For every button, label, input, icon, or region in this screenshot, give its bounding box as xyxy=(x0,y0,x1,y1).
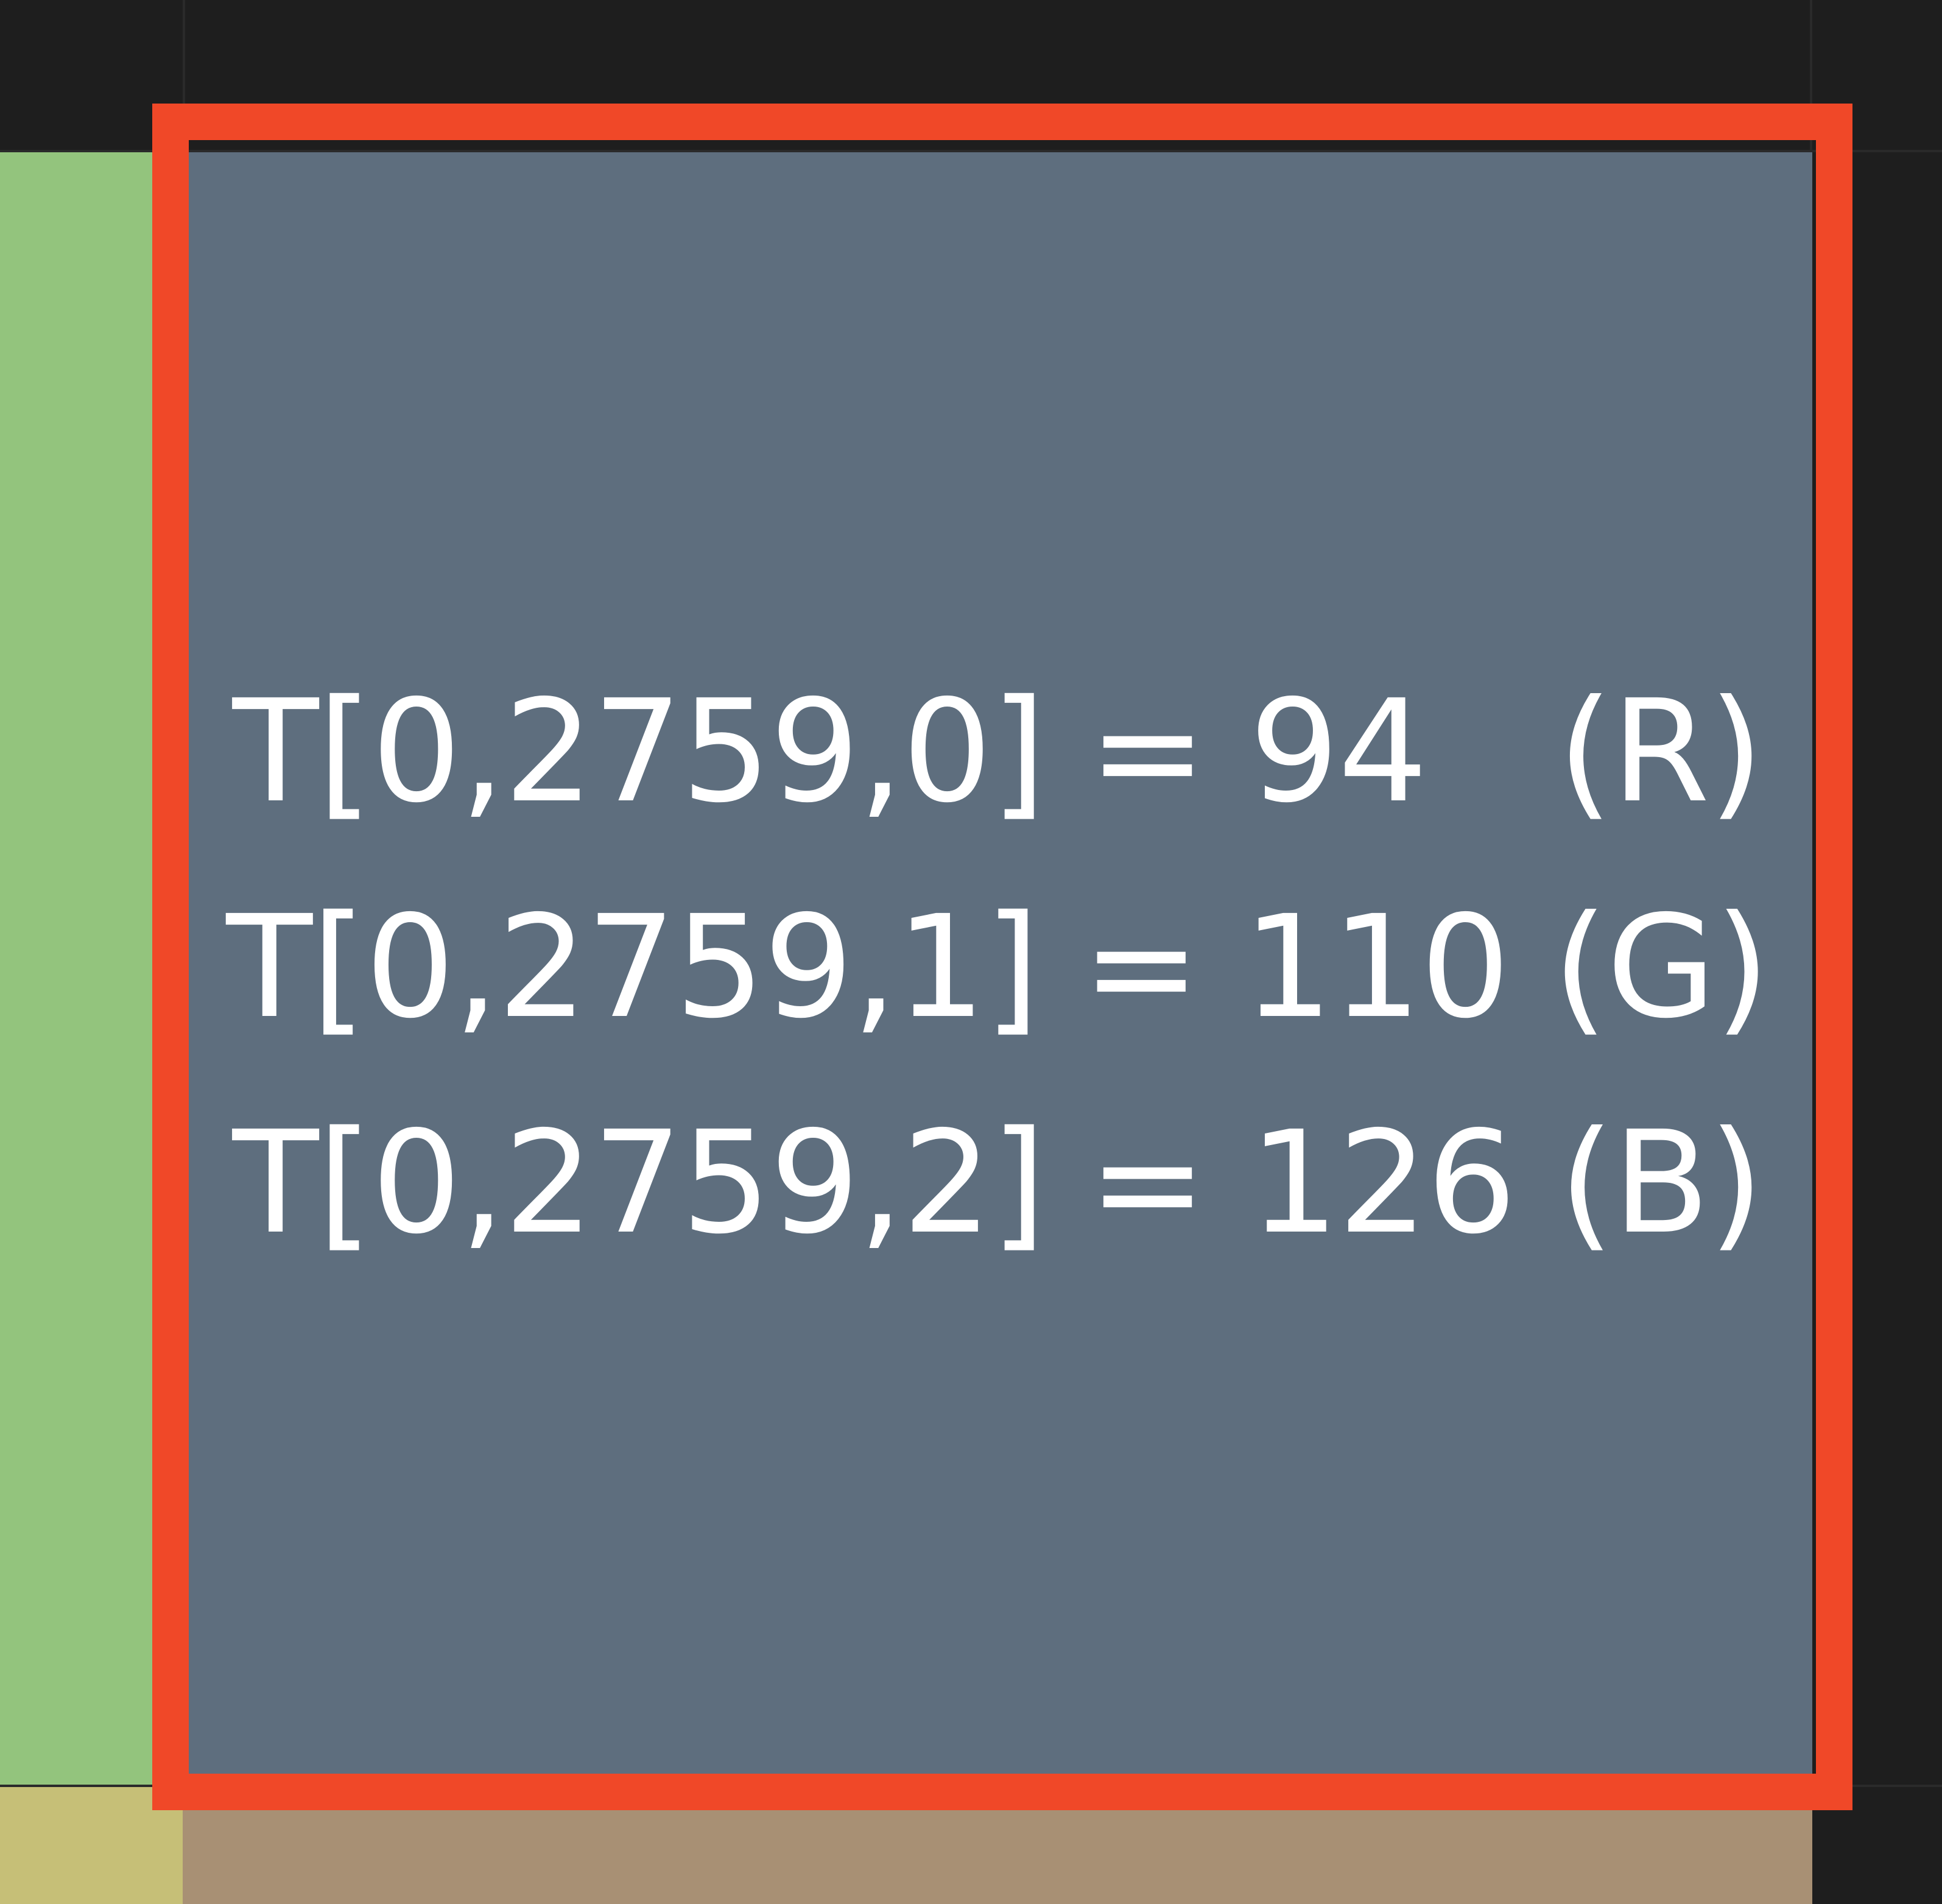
tensor-pixel-view: T[0,2759,0] = 94 (R) T[0,2759,1] = 110 (… xyxy=(0,0,1942,1904)
pixel-value-readout: T[0,2759,0] = 94 (R) T[0,2759,1] = 110 (… xyxy=(183,150,1812,1785)
blue-channel-value: T[0,2759,2] = 126 (B) xyxy=(232,1101,1764,1265)
green-channel-value: T[0,2759,1] = 110 (G) xyxy=(226,885,1770,1049)
red-channel-value: T[0,2759,0] = 94 (R) xyxy=(232,669,1764,834)
